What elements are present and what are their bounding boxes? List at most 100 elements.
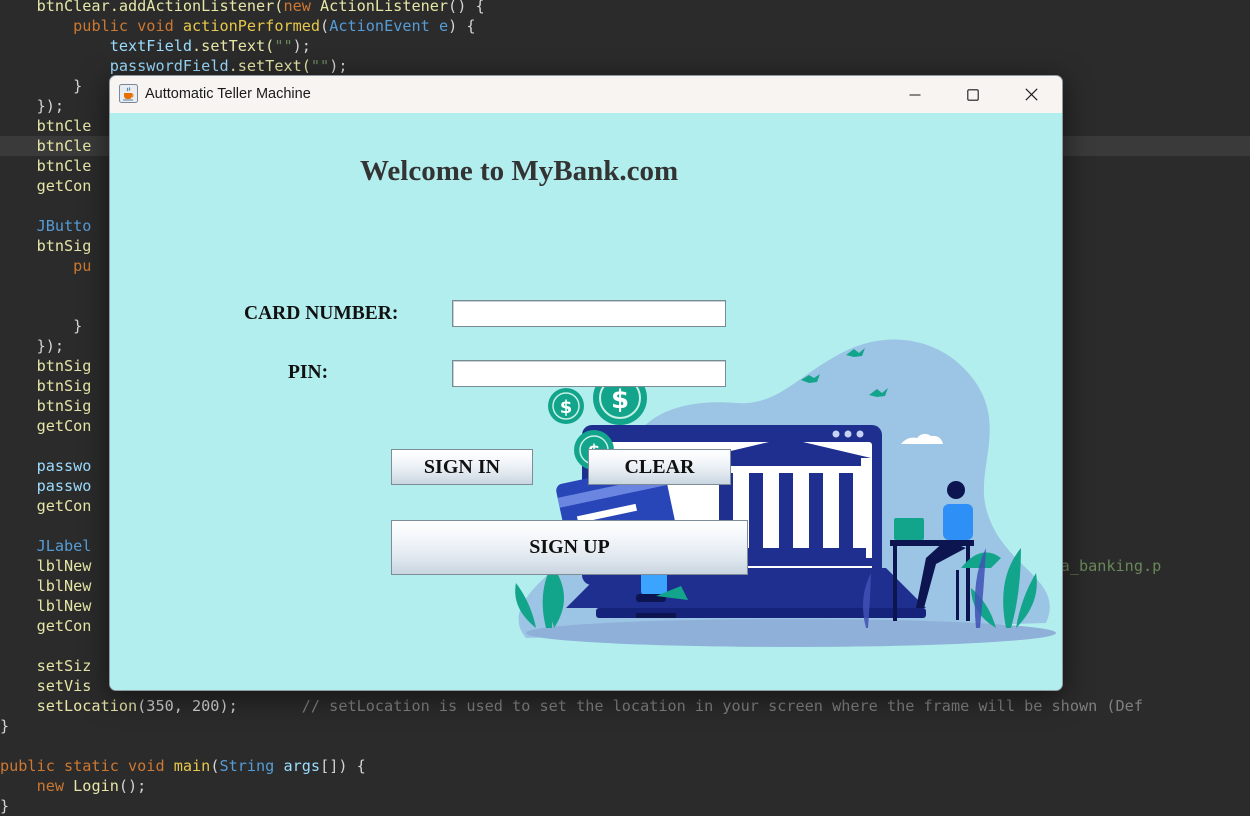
code-line: getCon xyxy=(0,416,92,436)
code-line: lblNew xyxy=(0,596,92,616)
code-token: setVis xyxy=(0,677,92,695)
maximize-icon xyxy=(967,88,979,101)
code-line: btnClear.addActionListener(new ActionLis… xyxy=(0,0,485,16)
code-line: setSiz xyxy=(0,656,92,676)
code-token: "" xyxy=(274,37,293,55)
code-token: btnSig xyxy=(0,377,92,395)
minimize-icon xyxy=(909,93,921,96)
code-token: passwordField xyxy=(109,57,229,75)
code-token: btnClear.addActionListener( xyxy=(0,0,284,15)
code-token: }); xyxy=(0,337,65,355)
close-button[interactable] xyxy=(1002,76,1060,113)
sign-in-button[interactable]: SIGN IN xyxy=(391,449,533,485)
code-token: getCon xyxy=(0,617,92,635)
code-token: () { xyxy=(448,0,485,15)
code-token: main xyxy=(173,757,211,775)
code-token: String xyxy=(219,757,284,775)
code-token: }); xyxy=(0,97,65,115)
atm-login-window: Auttomatic Teller Machine $ $ Welcome to… xyxy=(109,75,1063,691)
code-token: passwo xyxy=(0,457,92,475)
code-token: Login xyxy=(73,777,119,795)
code-token: ) { xyxy=(448,17,476,35)
svg-text:$: $ xyxy=(611,385,629,415)
code-token: new xyxy=(36,777,74,795)
welcome-heading: Welcome to MyBank.com xyxy=(360,155,679,187)
code-token: btnSig xyxy=(0,237,92,255)
code-token: "" xyxy=(310,57,330,75)
code-token: getCon xyxy=(0,417,92,435)
code-token: actionPerformed xyxy=(182,17,321,35)
pin-label: PIN: xyxy=(288,362,329,383)
code-token: args xyxy=(283,757,321,775)
maximize-button[interactable] xyxy=(944,76,1002,113)
clear-button[interactable]: CLEAR xyxy=(588,449,731,485)
window-content: $ $ $ xyxy=(110,113,1062,690)
code-line: }); xyxy=(0,336,64,356)
card-number-field[interactable] xyxy=(452,300,726,327)
code-token: .setText( xyxy=(228,57,311,75)
close-icon xyxy=(1024,88,1038,101)
code-line: public void actionPerformed(ActionEvent … xyxy=(0,16,476,36)
code-token: textField xyxy=(109,37,193,55)
code-token: getCon xyxy=(0,177,92,195)
code-line: lblNew xyxy=(0,576,92,596)
code-token: .setText( xyxy=(192,37,275,55)
code-line: setVis xyxy=(0,676,92,696)
card-number-label: CARD NUMBER: xyxy=(244,303,399,324)
code-token: } xyxy=(0,717,10,735)
code-line: public static void main(String args[]) { xyxy=(0,756,366,776)
code-line: getCon xyxy=(0,616,92,636)
code-line: passwo xyxy=(0,456,92,476)
code-line: JButto xyxy=(0,216,92,236)
code-token: btnSig xyxy=(0,397,92,415)
code-line: } xyxy=(0,796,9,816)
code-token: btnSig xyxy=(0,357,92,375)
sign-up-button[interactable]: SIGN UP xyxy=(391,520,748,575)
code-token: btnCle xyxy=(0,157,92,175)
code-token: passwo xyxy=(0,477,92,495)
code-token: (350, 200); xyxy=(137,697,238,715)
code-token: getCon xyxy=(0,497,92,515)
code-line: setLocation(350, 200); // setLocation is… xyxy=(0,696,1143,716)
code-line: JLabel xyxy=(0,536,92,556)
code-line: textField.setText(""); xyxy=(0,36,311,56)
code-token: btnCle xyxy=(0,137,92,155)
clear-button-label: CLEAR xyxy=(624,455,695,478)
code-line: pu xyxy=(0,256,91,276)
code-token: } xyxy=(0,317,83,335)
code-token: ); xyxy=(292,37,311,55)
code-token: (); xyxy=(118,777,147,795)
code-token: new xyxy=(283,0,321,15)
code-line: btnCle xyxy=(0,156,92,176)
window-titlebar[interactable]: Auttomatic Teller Machine xyxy=(110,76,1062,113)
code-token: } xyxy=(0,797,10,815)
code-token: ActionListener xyxy=(320,0,449,15)
code-token: lblNew xyxy=(0,557,92,575)
code-token: setSiz xyxy=(0,657,92,675)
code-line: new Login(); xyxy=(0,776,147,796)
code-line: btnSig xyxy=(0,236,92,256)
code-line: btnCle xyxy=(0,136,92,156)
code-line: } xyxy=(0,716,9,736)
code-token: public void xyxy=(73,17,183,35)
java-coffee-cup-icon xyxy=(119,84,138,103)
pin-field[interactable] xyxy=(452,360,726,387)
code-line: btnSig xyxy=(0,396,92,416)
code-token: setLocation xyxy=(0,697,138,715)
code-token: public static void xyxy=(0,757,174,775)
code-token: ActionEvent xyxy=(329,17,439,35)
code-line: getCon xyxy=(0,176,92,196)
code-token: JButto xyxy=(0,217,92,235)
code-token: JLabel xyxy=(0,537,92,555)
window-title: Auttomatic Teller Machine xyxy=(145,86,311,102)
minimize-button[interactable] xyxy=(886,76,944,113)
code-token: e xyxy=(438,17,449,35)
code-token: btnCle xyxy=(0,117,92,135)
code-line: passwordField.setText(""); xyxy=(0,56,348,76)
code-line: btnCle xyxy=(0,116,92,136)
code-token: // setLocation is used to set the locati… xyxy=(237,697,1143,715)
